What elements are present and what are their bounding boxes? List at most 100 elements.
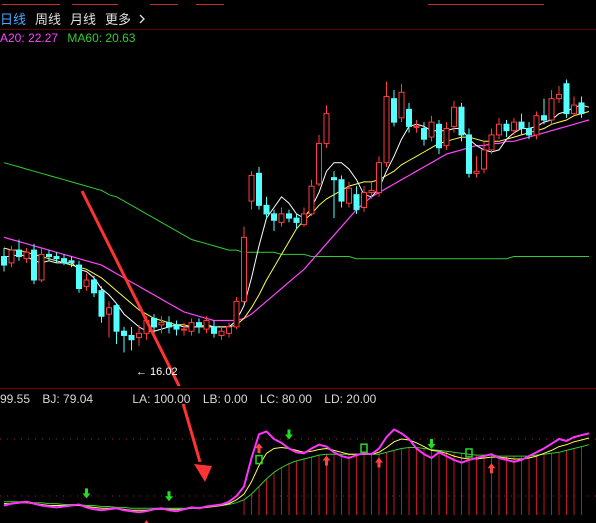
candle-up: [368, 189, 375, 194]
buy-signal-icon: [375, 457, 383, 468]
more-menu-label: 更多: [105, 11, 132, 27]
candle-up: [23, 251, 30, 260]
candle-down: [406, 108, 412, 127]
candle-up: [181, 328, 187, 331]
candle-down: [466, 134, 472, 174]
candle-down: [293, 217, 300, 223]
candle-down: [128, 334, 135, 341]
candle-down: [121, 330, 127, 336]
sell-signal-icon: [427, 439, 436, 449]
candle-up: [571, 104, 577, 115]
ma20-value: A20: 22.27: [0, 31, 59, 45]
tab-daily[interactable]: 日线: [0, 9, 26, 28]
candle-up: [226, 326, 232, 334]
candle-up: [488, 134, 495, 151]
candle-up: [136, 332, 142, 339]
price-chart[interactable]: [0, 46, 596, 386]
candle-down: [353, 194, 360, 211]
candle-up: [38, 253, 45, 281]
buy-signal-icon: [322, 455, 331, 466]
candle-down: [173, 324, 180, 330]
candle-up: [428, 121, 435, 138]
candle-down: [31, 249, 37, 281]
more-menu[interactable]: 更多: [105, 9, 146, 28]
candle-down: [53, 256, 60, 260]
strip-tab-2[interactable]: [72, 0, 118, 5]
candle-up: [203, 320, 210, 330]
sell-signal-icon: [165, 491, 173, 502]
candle-down: [68, 260, 75, 264]
candle-down: [526, 128, 532, 136]
low-price-label: ← 16.02: [136, 366, 178, 378]
panel-divider: [0, 388, 596, 389]
candle-down: [458, 106, 465, 136]
indicator-chart[interactable]: [0, 404, 596, 523]
candle-down: [166, 322, 172, 328]
candle-down: [436, 123, 442, 149]
candle-down: [518, 121, 525, 130]
candle-up: [511, 121, 517, 132]
candle-up: [473, 170, 480, 174]
candle-down: [263, 204, 270, 215]
candle-up: [301, 213, 307, 226]
top-toolbar-strip: [0, 0, 596, 6]
candle-up: [158, 322, 165, 326]
candle-up: [496, 123, 502, 136]
chevron-right-icon: [135, 12, 146, 27]
candle-down: [98, 290, 105, 317]
candle-down: [113, 305, 120, 332]
candle-down: [256, 172, 262, 206]
candle-down: [271, 213, 277, 221]
candle-up: [533, 115, 540, 136]
tab-monthly[interactable]: 月线: [70, 9, 96, 28]
period-selector: 日线 周线 月线 更多: [0, 8, 146, 28]
candle-up: [443, 128, 450, 147]
candle-down: [421, 128, 427, 140]
candle-up: [308, 185, 315, 215]
candle-up: [233, 300, 240, 328]
header-divider: [0, 29, 596, 30]
candle-down: [1, 256, 7, 266]
candle-down: [61, 258, 67, 264]
candle-up: [413, 125, 420, 128]
candle-down: [46, 253, 52, 258]
candle-up: [346, 187, 352, 204]
strip-tab-3[interactable]: [150, 0, 178, 5]
candle-up: [361, 192, 367, 208]
candle-up: [398, 91, 405, 119]
s-mark-icon: [360, 443, 368, 453]
annotation-arrow-line: [80, 190, 181, 386]
candle-down: [503, 123, 510, 132]
candle-down: [196, 322, 202, 328]
candle-up: [8, 249, 15, 264]
candle-up: [481, 149, 487, 170]
candle-down: [331, 177, 337, 181]
candle-up: [248, 174, 255, 202]
candle-up: [278, 213, 285, 223]
strip-tab-5[interactable]: [428, 0, 544, 5]
candle-down: [76, 264, 82, 290]
strip-tab-1[interactable]: [2, 0, 60, 5]
candle-up: [316, 142, 322, 185]
candle-down: [211, 326, 217, 334]
candle-up: [376, 162, 382, 194]
candle-down: [338, 179, 345, 202]
candle-up: [323, 113, 330, 144]
candle-up: [188, 322, 195, 332]
candle-down: [16, 249, 22, 258]
candle-down: [563, 83, 570, 115]
candle-down: [391, 98, 397, 123]
candle-up: [548, 98, 555, 121]
candle-up: [556, 93, 562, 100]
sell-signal-icon: [82, 488, 91, 499]
ma60-value: MA60: 20.63: [67, 31, 136, 45]
annotation-arrow-line: [181, 404, 202, 463]
strip-tab-4[interactable]: [196, 0, 224, 5]
sell-signal-icon: [285, 429, 293, 440]
buy-signal-icon: [487, 463, 496, 474]
candle-up: [241, 236, 247, 302]
tab-weekly[interactable]: 周线: [35, 9, 61, 28]
candle-down: [578, 102, 585, 115]
candle-up: [106, 307, 112, 315]
candle-down: [91, 279, 97, 294]
